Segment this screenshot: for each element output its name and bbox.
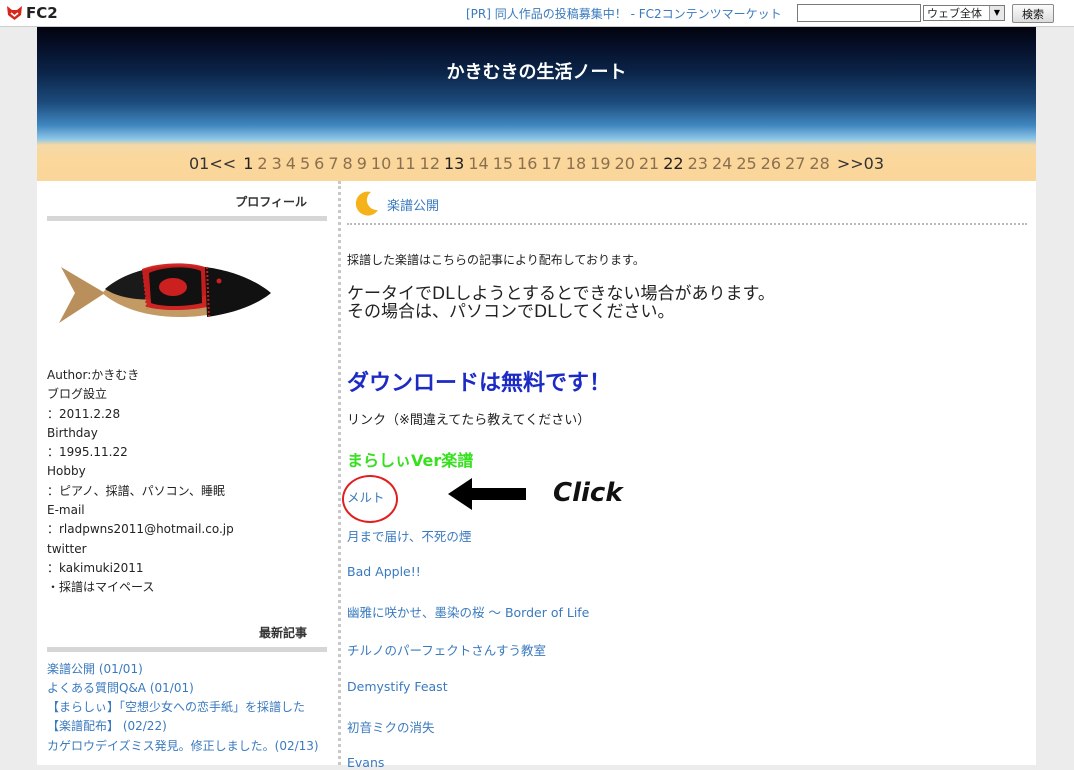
profile-line: ：2011.2.28 bbox=[47, 406, 121, 421]
profile-line: ：rladpwns2011@hotmail.co.jp bbox=[47, 522, 234, 537]
recent-post-item: カゲロウデイズミス発見。修正しました。(02/13) bbox=[47, 737, 327, 756]
recent-post-link[interactable]: 楽譜公開 (01/01) bbox=[47, 662, 143, 676]
song-link[interactable]: 幽雅に咲かせ、墨染の桜 ～ Border of Life bbox=[347, 602, 589, 621]
song-link[interactable]: 初音ミクの消失 bbox=[347, 717, 435, 736]
mobile-warning-line-2: その場合は、パソコンでDLしてください。 bbox=[347, 302, 675, 322]
column-divider bbox=[338, 181, 341, 765]
song-link[interactable]: Evans bbox=[347, 755, 384, 770]
crescent-moon-icon bbox=[355, 191, 378, 216]
recent-posts-heading: 最新記事 bbox=[47, 621, 327, 652]
profile-line: twitter bbox=[47, 541, 87, 556]
recent-post-link[interactable]: カゲロウデイズミス発見。修正しました。(02/13) bbox=[47, 739, 319, 753]
fc2-fox-icon bbox=[7, 6, 22, 20]
calendar-day-2[interactable]: 2 bbox=[257, 154, 267, 173]
recent-post-item: よくある質問Q&A (01/01) bbox=[47, 679, 327, 698]
profile-line: Birthday bbox=[47, 425, 98, 440]
calendar-day-11[interactable]: 11 bbox=[395, 154, 415, 173]
calendar-day-27[interactable]: 27 bbox=[785, 154, 805, 173]
calendar-day-17[interactable]: 17 bbox=[541, 154, 561, 173]
search-scope-value: ウェブ全体 bbox=[927, 7, 982, 20]
calendar-day-13[interactable]: 13 bbox=[444, 154, 464, 173]
recent-post-item: 楽譜公開 (01/01) bbox=[47, 660, 327, 679]
profile-line: ：ピアノ、採譜、パソコン、睡眠 bbox=[47, 483, 225, 498]
calendar-day-22[interactable]: 22 bbox=[663, 154, 683, 173]
calendar-day-23[interactable]: 23 bbox=[688, 154, 708, 173]
calendar-day-4[interactable]: 4 bbox=[286, 154, 296, 173]
search-scope-select[interactable]: ウェブ全体 ▼ bbox=[923, 5, 1005, 21]
entry-header: 楽譜公開 bbox=[347, 181, 1027, 225]
song-link[interactable]: 月まで届け、不死の煙 bbox=[347, 526, 471, 545]
blog-title[interactable]: かきむきの生活ノート bbox=[37, 58, 1036, 84]
click-annotation: Click bbox=[553, 478, 623, 508]
sidebar: プロフィール Author:かきむきブログ設立：2011.2.28Birt bbox=[47, 190, 327, 756]
calendar-day-18[interactable]: 18 bbox=[566, 154, 586, 173]
entry-intro: 採譜した楽譜はこちらの記事により配布しております。 bbox=[347, 253, 645, 267]
link-note: リンク（※間違えてたら教えてください） bbox=[347, 413, 591, 428]
search-input[interactable] bbox=[797, 4, 921, 22]
calendar-day-10[interactable]: 10 bbox=[371, 154, 391, 173]
version-heading: まらしぃVer楽譜 bbox=[347, 451, 474, 470]
mobile-warning: ケータイでDLしようとするとできない場合があります。 その場合は、パソコンでDL… bbox=[347, 285, 775, 321]
pr-ad-link[interactable]: [PR] 同人作品の投稿募集中！ - FC2コンテンツマーケット bbox=[466, 5, 782, 22]
profile-line: Author:かきむき bbox=[47, 368, 140, 382]
calendar-day-14[interactable]: 14 bbox=[468, 154, 488, 173]
recent-post-link[interactable]: よくある質問Q&A (01/01) bbox=[47, 681, 194, 695]
profile-line: ブログ設立 bbox=[47, 387, 108, 402]
profile-line: Hobby bbox=[47, 464, 86, 479]
profile-line: ・採譜はマイペース bbox=[47, 580, 155, 595]
fc2-logo-text: FC2 bbox=[26, 4, 58, 22]
calendar-days: 1 2 3 4 5 6 7 8 9 10 11 12 13 14 15 16 17 18 19 20 21 22 23 24 2… bbox=[241, 154, 837, 173]
calendar-day-12[interactable]: 12 bbox=[420, 154, 440, 173]
avatar bbox=[47, 231, 327, 361]
blog-header: かきむきの生活ノート 01<< 1 2 3 4 5 6 7 8 9 10 11 12 13 14 15 16 1… bbox=[37, 27, 1036, 181]
calendar-day-20[interactable]: 20 bbox=[615, 154, 635, 173]
search-button[interactable]: 検索 bbox=[1012, 4, 1054, 23]
profile-info: Author:かきむき ブログ設立 ：2011.2.28 Birthday ：1995.… bbox=[47, 366, 327, 598]
profile-heading: プロフィール bbox=[47, 190, 327, 221]
calendar-day-3[interactable]: 3 bbox=[272, 154, 282, 173]
calendar-day-8[interactable]: 8 bbox=[343, 154, 353, 173]
recent-post-link[interactable]: 【まらしぃ】「空想少女への恋手紙」を採譜した【楽譜配布】 (02/22) bbox=[47, 700, 305, 733]
calendar-day-16[interactable]: 16 bbox=[517, 154, 537, 173]
calendar-day-6[interactable]: 6 bbox=[314, 154, 324, 173]
recent-post-item: 【まらしぃ】「空想少女への恋手紙」を採譜した【楽譜配布】 (02/22) bbox=[47, 698, 327, 737]
calendar-day-21[interactable]: 21 bbox=[639, 154, 659, 173]
calendar-day-28[interactable]: 28 bbox=[809, 154, 829, 173]
calendar-day-1[interactable]: 1 bbox=[243, 154, 253, 173]
chevron-down-icon: ▼ bbox=[989, 6, 1004, 20]
prev-month-link[interactable]: 01<< bbox=[189, 154, 236, 173]
profile-line: ：1995.11.22 bbox=[47, 445, 128, 460]
next-month-link[interactable]: >>03 bbox=[837, 154, 884, 173]
fc2-logo[interactable]: FC2 bbox=[6, 4, 58, 22]
profile-line: ：kakimuki2011 bbox=[47, 560, 144, 575]
song-link[interactable]: Demystify Feast bbox=[347, 679, 448, 694]
arrow-left-icon bbox=[448, 478, 526, 510]
highlight-circle bbox=[342, 475, 398, 523]
song-link[interactable]: Bad Apple!! bbox=[347, 564, 421, 579]
fish-avatar-icon bbox=[59, 263, 271, 323]
profile-line: E-mail bbox=[47, 503, 85, 518]
recent-posts-list: 楽譜公開 (01/01) よくある質問Q&A (01/01) 【まらしぃ】「空想少女… bbox=[47, 660, 327, 756]
calendar-day-19[interactable]: 19 bbox=[590, 154, 610, 173]
entry-title-link[interactable]: 楽譜公開 bbox=[387, 195, 439, 214]
calendar-day-9[interactable]: 9 bbox=[357, 154, 367, 173]
calendar-day-5[interactable]: 5 bbox=[300, 154, 310, 173]
mobile-warning-line-1: ケータイでDLしようとするとできない場合があります。 bbox=[347, 284, 775, 304]
calendar-day-7[interactable]: 7 bbox=[328, 154, 338, 173]
calendar-pager: 01<< 1 2 3 4 5 6 7 8 9 10 11 12 13 14 15 16 17 18 19 20 21 22… bbox=[37, 154, 1036, 173]
free-download-notice: ダウンロードは無料です！ bbox=[347, 371, 612, 396]
calendar-day-25[interactable]: 25 bbox=[736, 154, 756, 173]
entry: 楽譜公開 採譜した楽譜はこちらの記事により配布しております。 ケータイでDLしよ… bbox=[342, 181, 1027, 770]
calendar-day-24[interactable]: 24 bbox=[712, 154, 732, 173]
blog-page: かきむきの生活ノート 01<< 1 2 3 4 5 6 7 8 9 10 11 12 13 14 15 16 1… bbox=[37, 27, 1036, 770]
song-link[interactable]: チルノのパーフェクトさんすう教室 bbox=[347, 640, 546, 659]
fc2-toolbar: FC2 [PR] 同人作品の投稿募集中！ - FC2コンテンツマーケット ウェブ… bbox=[0, 0, 1074, 27]
calendar-day-15[interactable]: 15 bbox=[493, 154, 513, 173]
calendar-day-26[interactable]: 26 bbox=[761, 154, 781, 173]
